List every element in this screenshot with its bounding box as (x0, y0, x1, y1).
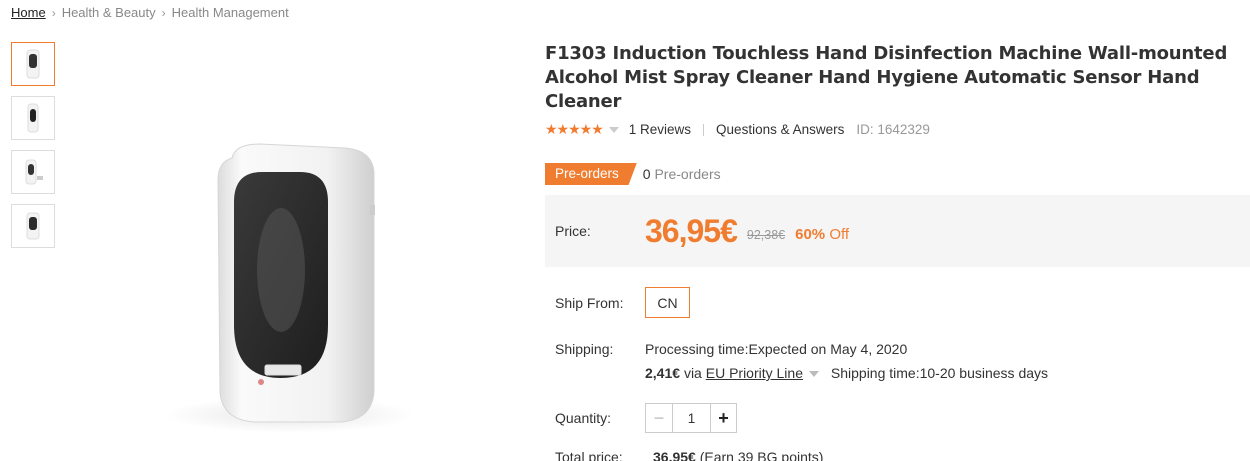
main-product-image[interactable] (160, 130, 420, 440)
shipping-via: via (683, 365, 702, 381)
thumbnail-4[interactable] (11, 204, 55, 248)
product-title: F1303 Induction Touchless Hand Disinfect… (545, 43, 1228, 112)
preorder-count-label: Pre-orders (654, 166, 721, 182)
questions-answers-link[interactable]: Questions & Answers (716, 122, 844, 137)
shipping-details: Processing time:Expected on May 4, 2020 … (645, 337, 1048, 385)
price-box: Price: 36,95€ 92,38€ 60% Off (545, 195, 1250, 267)
quantity-label: Quantity: (555, 410, 612, 426)
product-info: F1303 Induction Touchless Hand Disinfect… (545, 42, 1250, 461)
preorder-badge: Pre-orders (545, 163, 637, 185)
ship-from-label: Ship From: (555, 294, 624, 311)
current-price: 36,95€ (645, 212, 738, 249)
dispenser-thumbnail-image (27, 103, 39, 133)
thumbnail-list (11, 42, 55, 258)
total-price-value: 36,95€ (653, 449, 696, 461)
ship-from-option-cn[interactable]: CN (645, 287, 690, 318)
chevron-right-icon: › (51, 5, 56, 20)
chevron-right-icon: › (161, 5, 166, 20)
shipping-method-line: 2,41€ via EU Priority Line Shipping time… (645, 361, 1048, 385)
original-price: 92,38€ (746, 228, 786, 242)
breadcrumb-health-management-link[interactable]: Health Management (172, 5, 289, 20)
divider (703, 123, 705, 136)
shipping-label: Shipping: (555, 341, 614, 357)
preorder-count-value: 0 (642, 166, 651, 182)
preorder-count: 0 Pre-orders (643, 166, 721, 182)
breadcrumb-health-beauty-link[interactable]: Health & Beauty (62, 5, 156, 20)
discount-word: Off (829, 225, 850, 243)
discount-percent: 60% (795, 225, 826, 243)
thumbnail-1[interactable] (11, 42, 55, 86)
processing-time: Processing time:Expected on May 4, 2020 (645, 341, 908, 357)
dispenser-thumbnail-image (26, 49, 40, 79)
thumbnail-2[interactable] (11, 96, 55, 140)
dispenser-thumbnail-image (26, 212, 40, 240)
chevron-down-icon[interactable] (608, 126, 619, 133)
quantity-increase-button[interactable]: + (710, 404, 736, 432)
quantity-row: Quantity: − 1 + (545, 403, 1250, 433)
total-price-row: Total price: 36,95€ (Earn 39 BG points) (545, 449, 1250, 461)
chevron-down-icon[interactable] (809, 370, 819, 377)
product-id: ID: 1642329 (856, 122, 930, 137)
preorder-row: Pre-orders 0 Pre-orders (545, 163, 1250, 185)
quantity-decrease-button[interactable]: − (646, 404, 672, 432)
discount-badge: 60% Off (795, 226, 849, 243)
reviews-link[interactable]: 1 Reviews (629, 122, 691, 137)
breadcrumb: Home › Health & Beauty › Health Manageme… (11, 5, 289, 20)
bg-points: (Earn 39 BG points) (699, 449, 824, 461)
dispenser-thumbnail-image (25, 159, 43, 185)
rating-stars: ★★★★★ (545, 121, 604, 137)
ship-from-row: Ship From: CN (545, 287, 1250, 318)
shipping-time: Shipping time:10-20 business days (830, 365, 1049, 381)
quantity-input[interactable]: 1 (672, 404, 710, 432)
shipping-cost: 2,41€ (645, 365, 681, 381)
thumbnail-3[interactable] (11, 150, 55, 194)
total-price-label: Total price: (555, 449, 623, 461)
product-meta: ★★★★★ 1 Reviews Questions & Answers ID: … (545, 121, 1250, 138)
breadcrumb-home-link[interactable]: Home (11, 5, 46, 20)
shipping-row: Shipping: Processing time:Expected on Ma… (545, 337, 1250, 385)
shipping-method-link[interactable]: EU Priority Line (706, 365, 803, 381)
price-label: Price: (555, 223, 591, 239)
quantity-stepper: − 1 + (645, 403, 737, 433)
hand-sanitizer-dispenser-image (165, 143, 415, 433)
